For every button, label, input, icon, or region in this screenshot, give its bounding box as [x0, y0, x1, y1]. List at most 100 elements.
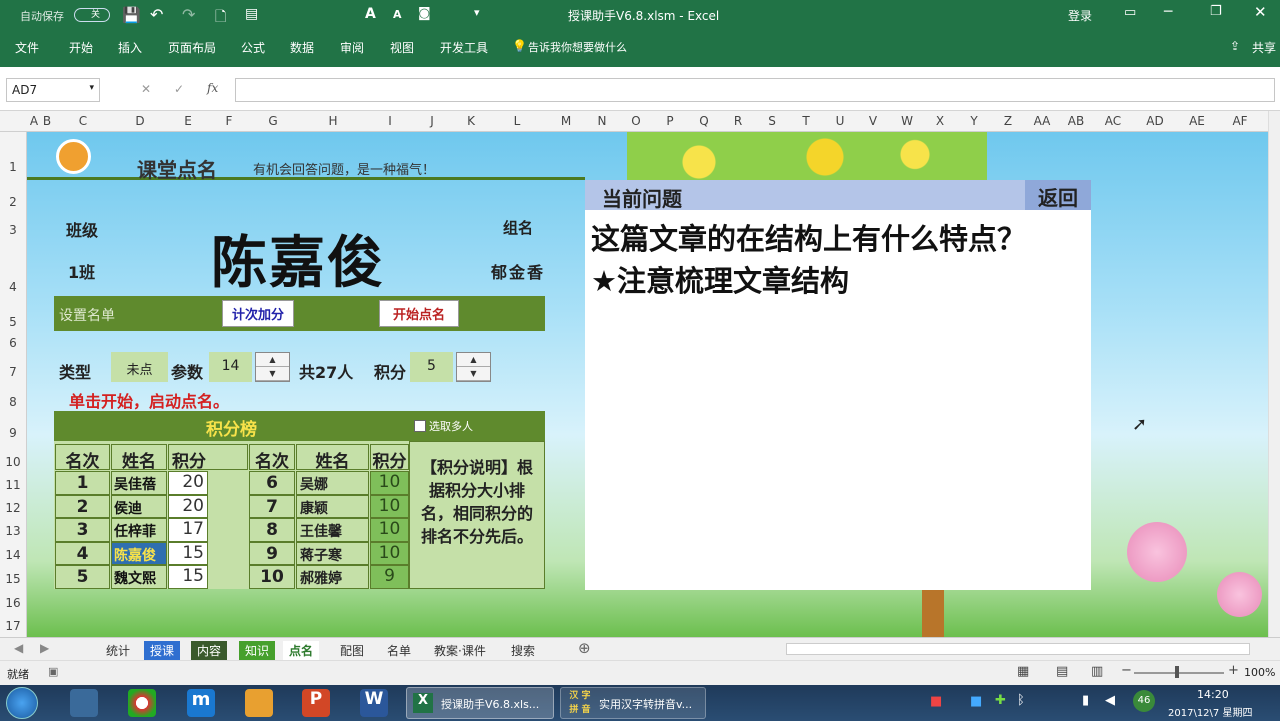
vertical-scrollbar[interactable] — [1268, 111, 1280, 637]
minimize-icon[interactable]: ─ — [1164, 4, 1172, 20]
bluetooth-icon[interactable]: ᛒ — [1017, 693, 1025, 708]
network-icon[interactable]: ▮ — [1082, 693, 1089, 708]
column-header[interactable]: H — [323, 114, 343, 128]
column-header[interactable]: AB — [1066, 114, 1086, 128]
sheet-tab-content[interactable]: 内容 — [191, 641, 228, 660]
maximize-icon[interactable]: ❐ — [1210, 4, 1222, 19]
function-icon[interactable]: fx — [207, 81, 218, 95]
sheet-tab-images[interactable]: 配图 — [334, 641, 370, 660]
count-add-button[interactable]: 计次加分 — [222, 300, 294, 327]
column-header[interactable]: AA — [1032, 114, 1052, 128]
row-header[interactable]: 14 — [0, 548, 26, 562]
taskbar-pinyin-window[interactable]: 汉 字 拼 音 实用汉字转拼音v... — [560, 687, 706, 719]
cancel-icon[interactable]: ✕ — [141, 82, 151, 96]
column-header[interactable]: M — [556, 114, 576, 128]
column-header[interactable]: AF — [1230, 114, 1250, 128]
start-button[interactable] — [6, 687, 38, 719]
font-grow-icon[interactable]: A — [365, 6, 376, 22]
undo-icon[interactable]: ↶ — [150, 5, 163, 24]
column-header[interactable]: V — [863, 114, 883, 128]
column-header[interactable]: AE — [1187, 114, 1207, 128]
tab-home[interactable]: 开始 — [69, 39, 93, 56]
ribbon-display-icon[interactable]: ▭ — [1124, 5, 1136, 20]
column-header[interactable]: S — [762, 114, 782, 128]
column-header[interactable]: B — [37, 114, 57, 128]
print-icon[interactable]: ▤ — [245, 6, 258, 22]
sheet-tab-lesson[interactable]: 教案·课件 — [428, 641, 492, 660]
zoom-in-icon[interactable]: + — [1228, 663, 1239, 678]
column-header[interactable]: F — [219, 114, 239, 128]
spin-up-icon[interactable]: ▲ — [256, 353, 289, 367]
sheet-tab-knowledge[interactable]: 知识 — [239, 641, 276, 660]
column-header[interactable]: N — [592, 114, 612, 128]
clock-time[interactable]: 14:20 — [1197, 688, 1229, 701]
column-header[interactable]: X — [930, 114, 950, 128]
back-button[interactable]: 返回 — [1025, 180, 1091, 210]
row-header[interactable]: 11 — [0, 478, 26, 492]
sheet-tab-rollcall[interactable]: 点名 — [283, 641, 320, 662]
row-header[interactable]: 3 — [0, 223, 26, 237]
column-header[interactable]: R — [728, 114, 748, 128]
redo-icon[interactable]: ↷ — [182, 5, 195, 24]
column-header[interactable]: Q — [694, 114, 714, 128]
row-header[interactable]: 5 — [0, 315, 26, 329]
row-header[interactable]: 10 — [0, 455, 26, 469]
tab-scroll-right-icon[interactable]: ▶ — [40, 641, 49, 655]
spin-down-icon[interactable]: ▼ — [457, 367, 490, 381]
start-rollcall-button[interactable]: 开始点名 — [379, 300, 459, 327]
column-header[interactable]: AD — [1145, 114, 1165, 128]
column-header[interactable]: J — [422, 114, 442, 128]
new-file-icon[interactable]: 🗋 — [215, 6, 226, 30]
login-link[interactable]: 登录 — [1068, 7, 1092, 24]
share-button[interactable]: 共享 — [1252, 39, 1276, 56]
tell-me-box[interactable]: 告诉我你想要做什么 — [528, 39, 627, 55]
zoom-out-icon[interactable]: − — [1121, 663, 1132, 678]
column-header[interactable]: Z — [998, 114, 1018, 128]
column-header[interactable]: I — [380, 114, 400, 128]
column-header[interactable]: G — [263, 114, 283, 128]
horizontal-scrollbar[interactable] — [786, 643, 1250, 655]
column-header[interactable]: E — [178, 114, 198, 128]
column-header[interactable]: Y — [964, 114, 984, 128]
row-header[interactable]: 15 — [0, 572, 26, 586]
share-icon[interactable]: ⇪ — [1230, 39, 1240, 53]
tab-data[interactable]: 数据 — [290, 39, 314, 56]
score-spinner[interactable]: ▲ ▼ — [456, 352, 491, 382]
autosave-toggle[interactable]: 关 — [74, 8, 110, 22]
add-sheet-icon[interactable]: ⊕ — [578, 639, 591, 657]
row-header[interactable]: 2 — [0, 195, 26, 209]
word-icon[interactable]: W — [360, 689, 388, 717]
row-header[interactable]: 17 — [0, 619, 26, 633]
page-layout-view-icon[interactable]: ▤ — [1056, 664, 1068, 679]
row-header[interactable]: 7 — [0, 365, 26, 379]
column-header[interactable]: U — [830, 114, 850, 128]
close-icon[interactable]: ✕ — [1254, 3, 1267, 21]
spin-down-icon[interactable]: ▼ — [256, 367, 289, 381]
column-header[interactable]: L — [507, 114, 527, 128]
row-header[interactable]: 8 — [0, 395, 26, 409]
zoom-slider[interactable] — [1134, 672, 1224, 674]
row-header[interactable]: 1 — [0, 160, 26, 174]
camera-icon[interactable]: ◙ — [418, 6, 431, 21]
tab-scroll-left-icon[interactable]: ◀ — [14, 641, 23, 655]
tray-app-icon[interactable]: ■ — [930, 694, 942, 709]
tab-formulas[interactable]: 公式 — [241, 39, 265, 56]
column-header[interactable]: K — [461, 114, 481, 128]
computer-icon[interactable] — [70, 689, 98, 717]
name-box[interactable]: AD7 ▾ — [6, 78, 100, 102]
zoom-slider-thumb[interactable] — [1175, 666, 1179, 678]
app-launcher-icon[interactable] — [128, 689, 156, 717]
save-icon[interactable]: 💾 — [122, 6, 141, 24]
column-header[interactable]: C — [73, 114, 93, 128]
tab-view[interactable]: 视图 — [390, 39, 414, 56]
row-header[interactable]: 16 — [0, 596, 26, 610]
customize-qat-icon[interactable]: ▾ — [474, 6, 480, 19]
tab-review[interactable]: 审阅 — [340, 39, 364, 56]
normal-view-icon[interactable]: ▦ — [1017, 664, 1029, 679]
tab-insert[interactable]: 插入 — [118, 39, 142, 56]
taskbar-excel-window[interactable]: X 授课助手V6.8.xls... — [406, 687, 554, 719]
column-header[interactable]: P — [660, 114, 680, 128]
row-header[interactable]: 4 — [0, 280, 26, 294]
column-header[interactable]: O — [626, 114, 646, 128]
param-spinner[interactable]: ▲ ▼ — [255, 352, 290, 382]
